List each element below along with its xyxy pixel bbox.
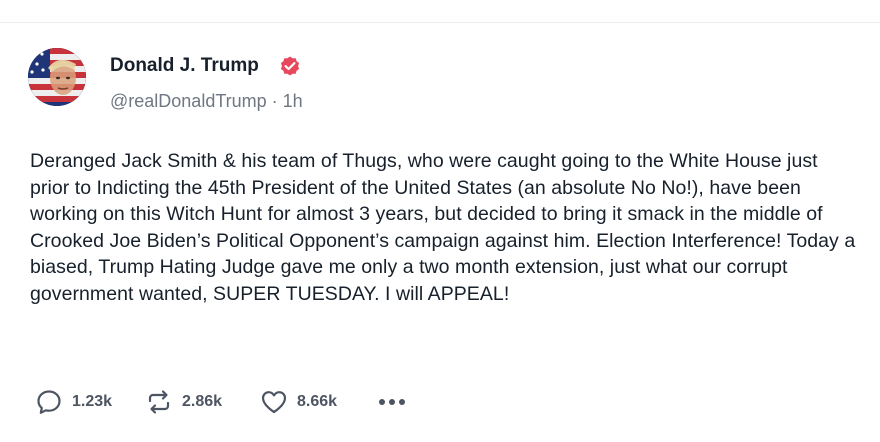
speech-bubble-icon bbox=[37, 390, 61, 414]
action-bar: 1.23k 2.86k 8.66k bbox=[34, 385, 407, 419]
like-button[interactable]: 8.66k bbox=[259, 387, 377, 417]
meta-separator: · bbox=[271, 91, 278, 111]
author-name[interactable]: Donald J. Trump bbox=[110, 55, 259, 77]
repost-arrows-icon bbox=[148, 390, 170, 414]
post-body: Deranged Jack Smith & his team of Thugs,… bbox=[30, 150, 856, 305]
restruth-count: 2.86k bbox=[182, 393, 223, 410]
verified-badge-icon bbox=[280, 56, 300, 76]
reply-button[interactable]: 1.23k bbox=[34, 387, 144, 417]
restruth-button[interactable]: 2.86k bbox=[144, 387, 259, 417]
avatar-image bbox=[28, 48, 86, 106]
reply-count: 1.23k bbox=[72, 393, 113, 410]
avatar[interactable] bbox=[28, 48, 86, 106]
ellipsis-icon bbox=[399, 399, 405, 405]
author-handle[interactable]: @realDonaldTrump bbox=[110, 91, 267, 111]
heart-icon bbox=[261, 391, 287, 414]
post-card: Donald J. Trump @realDonaldTrump · 1h Dera… bbox=[0, 23, 880, 442]
post-meta: @realDonaldTrump · 1h bbox=[110, 91, 303, 112]
like-count: 8.66k bbox=[297, 393, 338, 410]
ellipsis-icon bbox=[389, 399, 395, 405]
post-timestamp[interactable]: 1h bbox=[283, 91, 303, 111]
more-options-button[interactable] bbox=[377, 395, 407, 409]
ellipsis-icon bbox=[379, 399, 385, 405]
